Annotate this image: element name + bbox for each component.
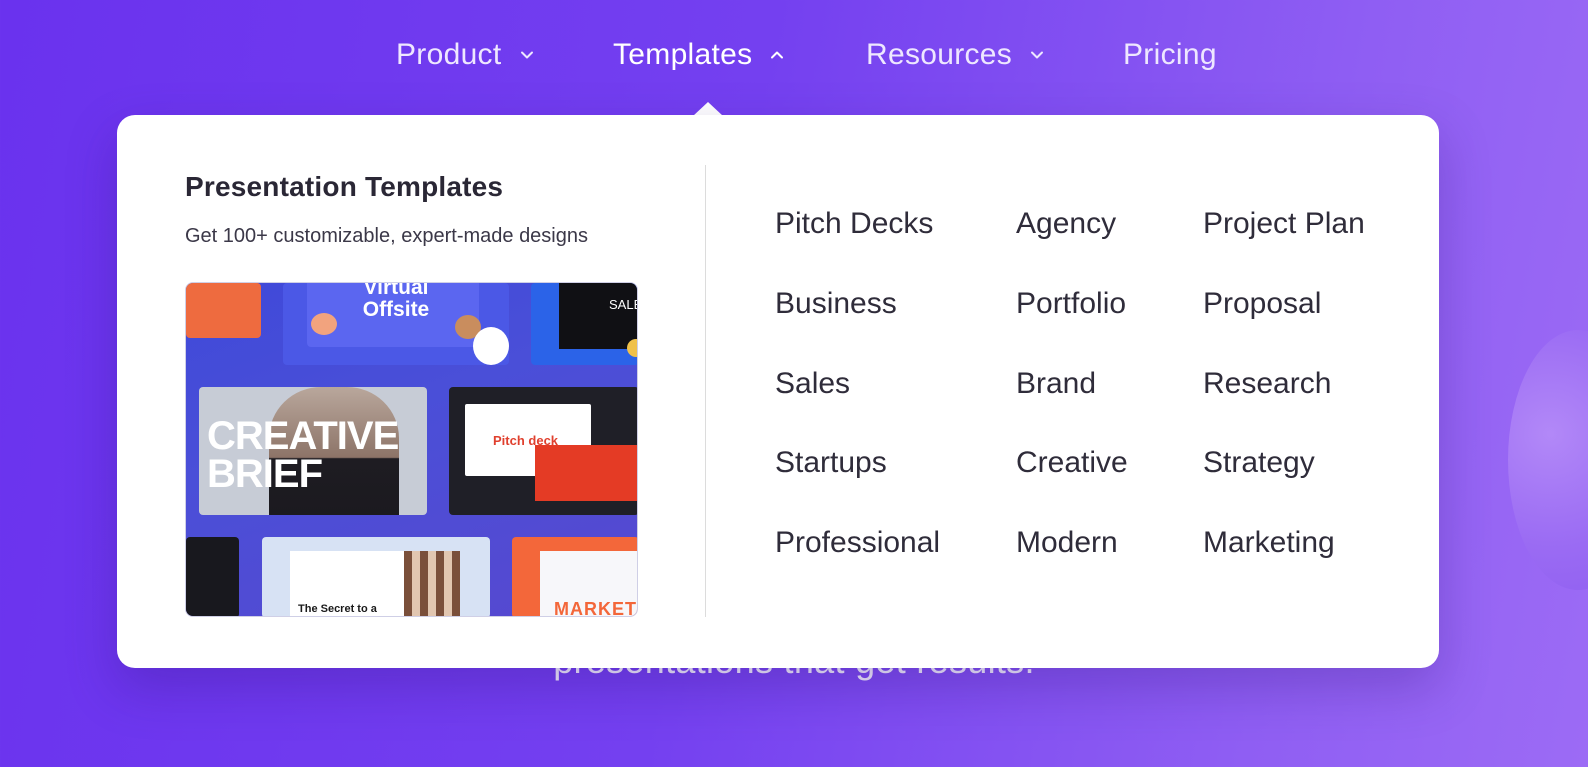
thumb-market: MARKET [512, 537, 637, 617]
thumb-sale: SALE [531, 283, 637, 365]
chevron-up-icon [770, 48, 784, 62]
link-sales[interactable]: Sales [775, 367, 850, 401]
thumb-text-market: MARKET [554, 599, 637, 617]
thumb-pitch-deck: Pitch deck [449, 387, 637, 515]
link-strategy[interactable]: Strategy [1203, 446, 1315, 480]
link-research[interactable]: Research [1203, 367, 1331, 401]
thumb-text-creative: CREATIVE [207, 414, 399, 458]
link-business[interactable]: Business [775, 287, 897, 321]
dropdown-pointer [693, 102, 723, 116]
link-brand[interactable]: Brand [1016, 367, 1096, 401]
thumb-secret: The Secret to a [262, 537, 490, 616]
nav-templates[interactable]: Templates [613, 38, 784, 72]
nav-product-label: Product [396, 38, 502, 71]
templates-preview-image[interactable]: Virtual Offsite SALE CREATIVE BRIEF Pitc… [185, 282, 638, 617]
top-nav: Product Templates Resources Pricing [0, 38, 1588, 88]
link-startups[interactable]: Startups [775, 446, 887, 480]
link-portfolio[interactable]: Portfolio [1016, 287, 1126, 321]
thumb-text-secret: The Secret to a [298, 603, 377, 615]
link-proposal[interactable]: Proposal [1203, 287, 1321, 321]
nav-resources[interactable]: Resources [866, 38, 1044, 72]
chevron-down-icon [1030, 48, 1044, 62]
templates-dropdown: Presentation Templates Get 100+ customiz… [117, 115, 1439, 668]
panel-divider [705, 165, 706, 617]
nav-templates-label: Templates [613, 38, 753, 71]
thumb-orange [186, 283, 261, 338]
link-marketing[interactable]: Marketing [1203, 526, 1335, 560]
thumb-creative-brief: CREATIVE BRIEF [199, 387, 427, 515]
nav-pricing-label: Pricing [1123, 38, 1217, 71]
chevron-down-icon [520, 48, 534, 62]
promo-subtitle: Get 100+ customizable, expert-made desig… [185, 225, 588, 247]
thumb-virtual-offsite: Virtual Offsite [283, 283, 509, 365]
thumb-text-brief: BRIEF [207, 452, 323, 496]
link-modern[interactable]: Modern [1016, 526, 1118, 560]
thumb-text-virtual: Virtual [363, 283, 429, 299]
thumb-dark [186, 537, 239, 616]
nav-resources-label: Resources [866, 38, 1013, 71]
promo-title[interactable]: Presentation Templates [185, 171, 503, 203]
nav-pricing[interactable]: Pricing [1123, 38, 1217, 72]
link-creative[interactable]: Creative [1016, 446, 1128, 480]
link-professional[interactable]: Professional [775, 526, 940, 560]
link-project-plan[interactable]: Project Plan [1203, 207, 1365, 241]
link-agency[interactable]: Agency [1016, 207, 1116, 241]
decorative-blob [1508, 330, 1588, 590]
nav-product[interactable]: Product [396, 38, 534, 72]
link-pitch-decks[interactable]: Pitch Decks [775, 207, 933, 241]
thumb-text-sale: SALE [609, 297, 637, 312]
